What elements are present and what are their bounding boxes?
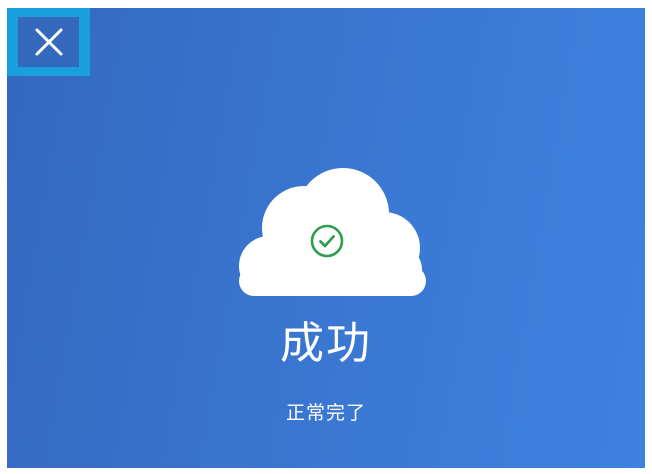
check-circle-icon — [310, 224, 344, 258]
status-title: 成功 — [280, 318, 372, 369]
close-button-inner[interactable] — [18, 17, 79, 67]
status-message: 正常完了 — [285, 402, 366, 424]
close-icon[interactable] — [34, 27, 64, 57]
success-dialog: 成功 正常完了 — [7, 8, 645, 468]
close-button[interactable] — [7, 8, 90, 76]
